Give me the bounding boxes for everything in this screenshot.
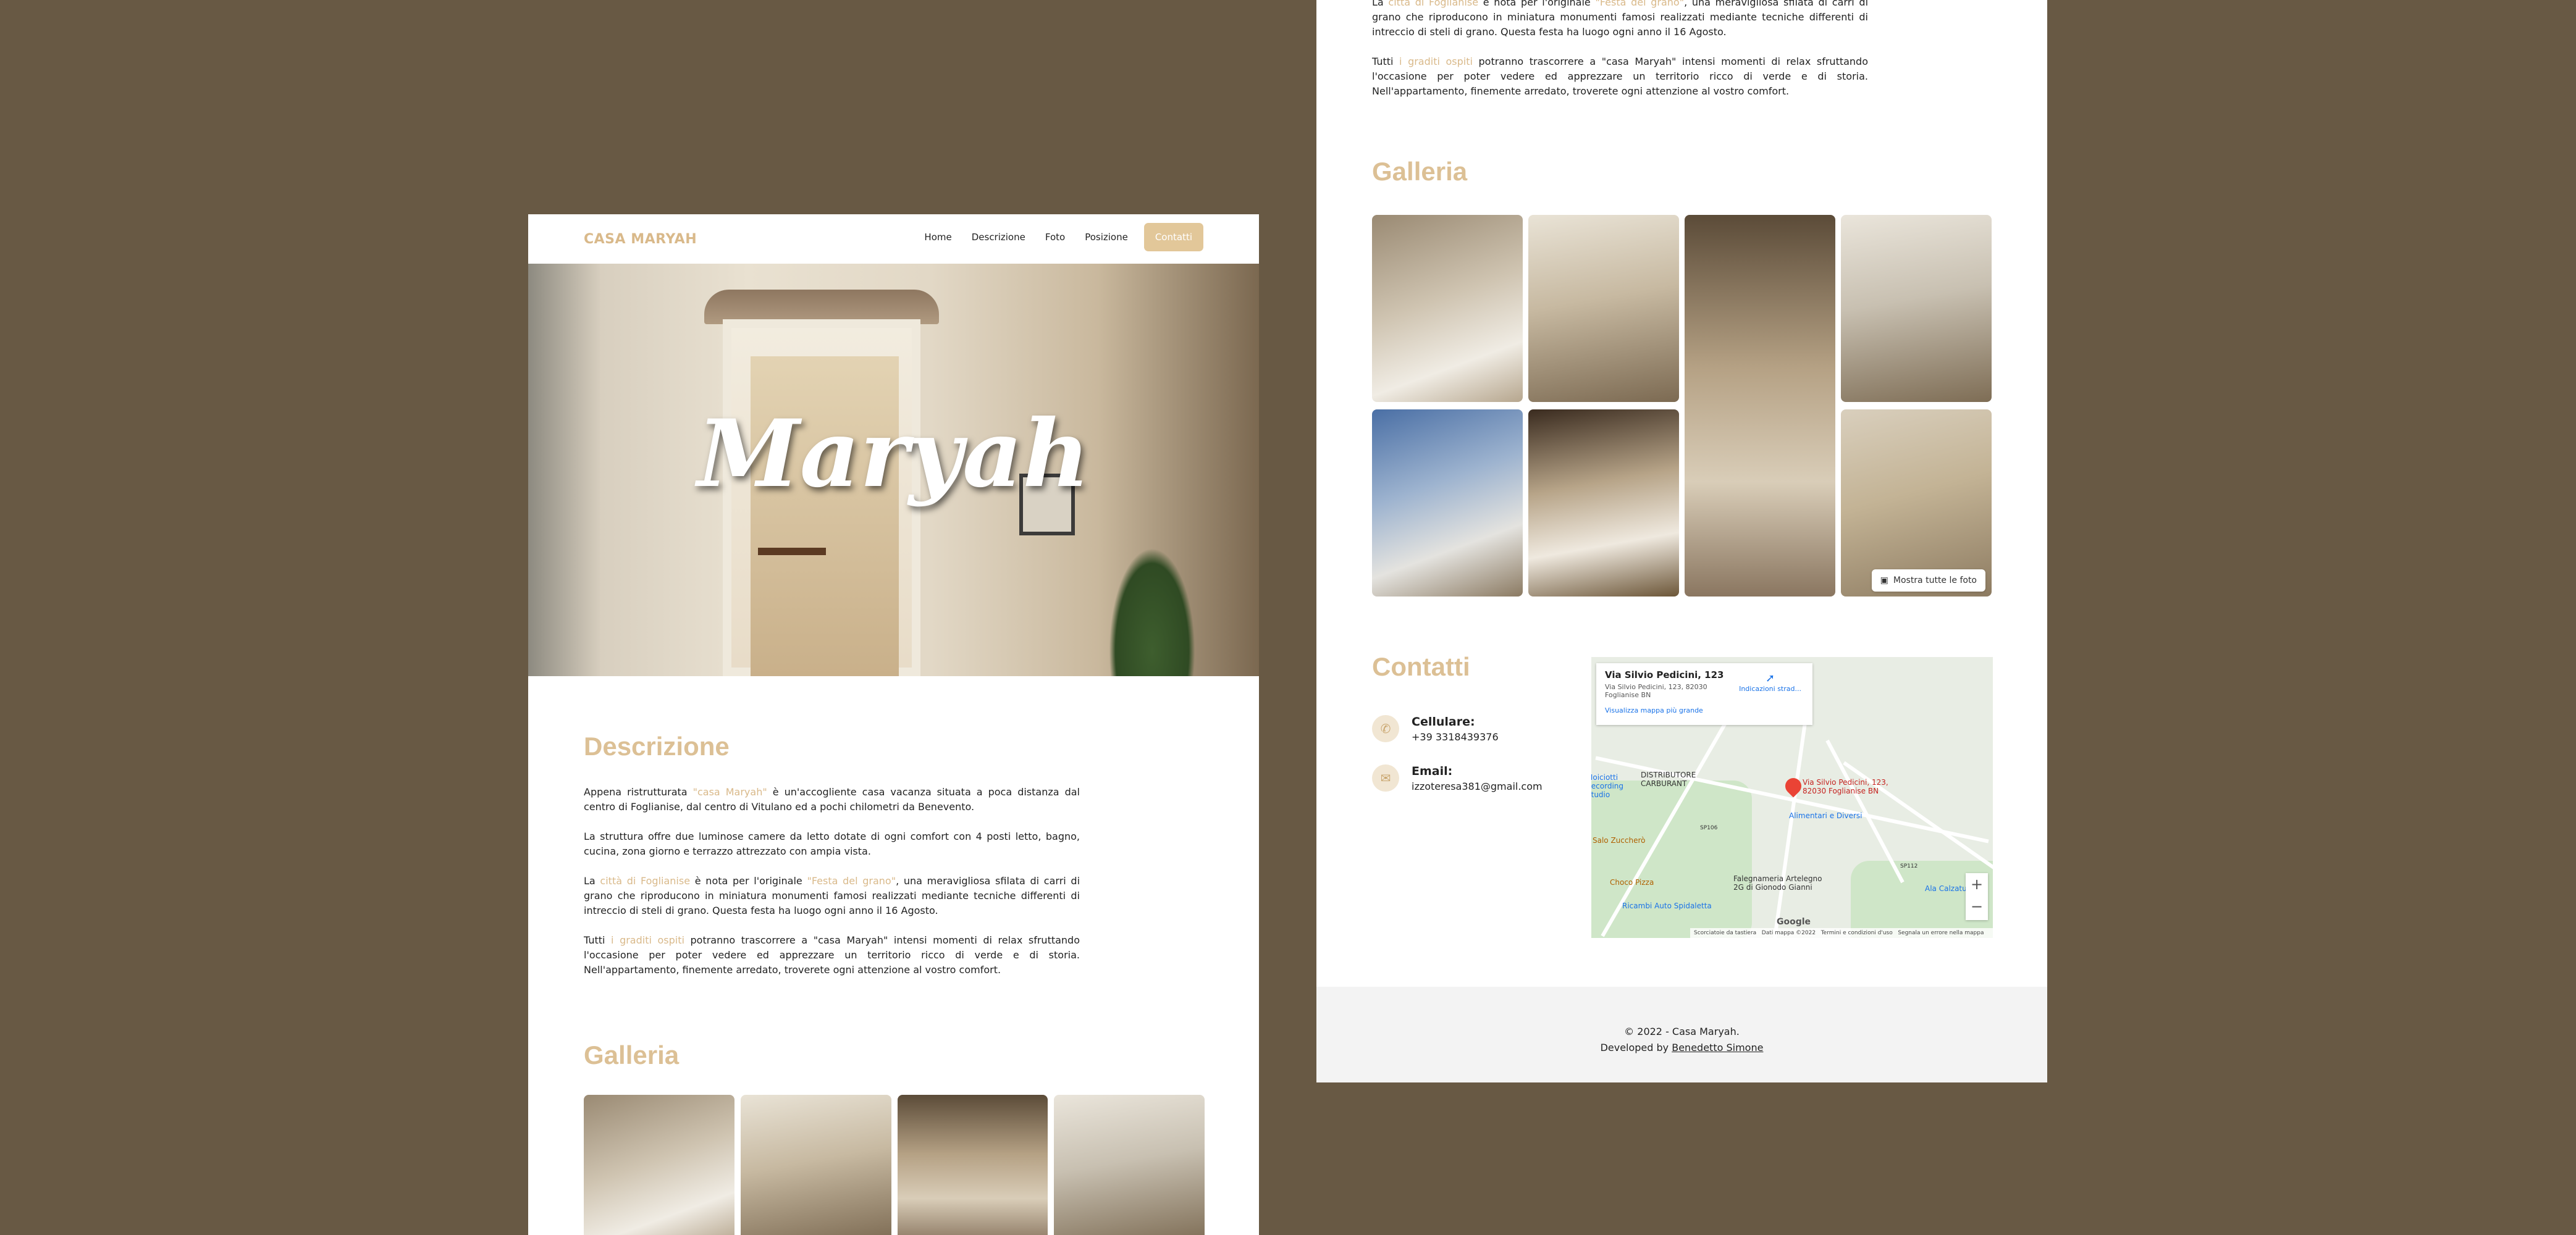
hero-title: Maryah xyxy=(697,400,1090,508)
map-poi-label: Choco Pizza xyxy=(1610,878,1654,887)
hero-banner: Maryah xyxy=(528,264,1259,676)
map-attribution: Scorciatoie da tastiera Dati mappa ©2022… xyxy=(1690,928,1993,938)
text: La xyxy=(584,875,600,887)
descrizione-heading: Descrizione xyxy=(584,732,730,761)
phone-number[interactable]: +39 3318439376 xyxy=(1412,731,1499,743)
gallery-icon: ▣ xyxy=(1880,576,1888,585)
homepage-preview: CASA MARYAH Home Descrizione Foto Posizi… xyxy=(528,214,1259,1235)
phone-contact: ✆ Cellulare: +39 3318439376 xyxy=(1372,715,1499,743)
email-address[interactable]: izzoteresa381@gmail.com xyxy=(1412,781,1543,792)
text: Tutti xyxy=(584,934,612,946)
contact-page-preview: La città di Foglianise è nota per l'orig… xyxy=(1316,0,2047,1082)
highlight: i graditi ospiti xyxy=(611,934,684,946)
show-all-photos-button[interactable]: ▣ Mostra tutte le foto xyxy=(1871,569,1985,592)
mail-icon: ✉ xyxy=(1372,764,1399,792)
zoom-in-icon[interactable]: + xyxy=(1966,873,1988,895)
highlight: città di Foglianise xyxy=(600,875,691,887)
footer-copyright: © 2022 - Casa Maryah. xyxy=(1624,1026,1740,1037)
descrizione-paragraph-3: La città di Foglianise è nota per l'orig… xyxy=(584,874,1080,918)
galleria-heading: Galleria xyxy=(1372,157,1468,186)
descrizione-paragraph-3: La città di Foglianise è nota per l'orig… xyxy=(1372,0,1868,40)
descrizione-paragraph-4: Tutti i graditi ospiti potranno trascorr… xyxy=(584,933,1080,978)
nav-menu: Home Descrizione Foto Posizione Contatti xyxy=(914,223,1203,251)
gallery-photo[interactable]: ▣ Mostra tutte le foto xyxy=(1841,409,1992,597)
map-pin-icon[interactable] xyxy=(1782,774,1805,798)
nav-item-posizione[interactable]: Posizione xyxy=(1075,223,1138,251)
google-map[interactable]: Via Silvio Pedicini, 123, 82030 Fogliani… xyxy=(1591,657,1993,938)
map-data-text: Dati mappa ©2022 xyxy=(1761,930,1816,936)
nav-contatti-button[interactable]: Contatti xyxy=(1143,223,1203,251)
gallery-photo[interactable] xyxy=(897,1095,1048,1235)
gallery-grid xyxy=(584,1095,1205,1235)
gallery-grid: ▣ Mostra tutte le foto xyxy=(1372,215,1993,597)
zoom-out-icon[interactable]: − xyxy=(1966,895,1988,918)
hero-console-table xyxy=(758,548,826,555)
directions-link[interactable]: ➚ Indicazioni strad... xyxy=(1739,672,1801,693)
descrizione-paragraph-1: Appena ristrutturata "casa Maryah" è un'… xyxy=(584,785,1080,814)
credit-prefix: Developed by xyxy=(1600,1042,1672,1053)
highlight: "Festa del grano" xyxy=(807,875,896,887)
gallery-photo[interactable] xyxy=(584,1095,734,1235)
gallery-photo[interactable] xyxy=(1841,215,1992,402)
email-label: Email: xyxy=(1412,764,1453,778)
developer-link[interactable]: Benedetto Simone xyxy=(1672,1042,1763,1053)
highlight: i graditi ospiti xyxy=(1399,56,1473,67)
directions-label: Indicazioni strad... xyxy=(1739,685,1801,693)
text: è nota per l'originale xyxy=(690,875,807,887)
descrizione-section: Descrizione Appena ristrutturata "casa M… xyxy=(528,676,1259,1235)
gallery-photo[interactable] xyxy=(1528,409,1679,597)
galleria-heading: Galleria xyxy=(584,1040,680,1070)
footer: © 2022 - Casa Maryah. Developed by Bened… xyxy=(1316,987,2047,1082)
phone-icon: ✆ xyxy=(1372,715,1399,742)
brand-logo[interactable]: CASA MARYAH xyxy=(584,232,697,247)
map-poi-label: DISTRIBUTORE CARBURANT xyxy=(1641,771,1696,788)
nav-item-descrizione[interactable]: Descrizione xyxy=(962,223,1035,251)
text: La xyxy=(1372,0,1389,8)
gallery-photo[interactable] xyxy=(1372,215,1523,402)
text: Tutti xyxy=(1372,56,1400,67)
map-poi-label: Moiciotti Recording Studio xyxy=(1591,773,1624,799)
map-poi-label: Salo Zuccherò xyxy=(1593,836,1646,845)
map-info-card: Via Silvio Pedicini, 123 Via Silvio Pedi… xyxy=(1596,663,1812,725)
email-contact: ✉ Email: izzoteresa381@gmail.com xyxy=(1372,764,1543,792)
gallery-photo[interactable] xyxy=(1685,215,1835,597)
hero-plant xyxy=(1109,548,1195,676)
gallery-photo[interactable] xyxy=(740,1095,891,1235)
highlight: città di Foglianise xyxy=(1388,0,1479,8)
gallery-photo[interactable] xyxy=(1372,409,1523,597)
map-poi-label: Ricambi Auto Spidaletta xyxy=(1622,902,1712,910)
text: Appena ristrutturata xyxy=(584,786,693,798)
footer-credit: Developed by Benedetto Simone xyxy=(1316,1040,2047,1056)
keyboard-shortcuts-link[interactable]: Scorciatoie da tastiera xyxy=(1694,930,1756,936)
map-road-label: SP106 xyxy=(1700,825,1718,831)
highlight: "Festa del grano" xyxy=(1595,0,1685,8)
descrizione-section-continued: La città di Foglianise è nota per l'orig… xyxy=(1316,0,2047,186)
report-error-link[interactable]: Segnala un errore nella mappa xyxy=(1898,930,1984,936)
directions-icon: ➚ xyxy=(1765,672,1775,685)
descrizione-paragraph-2: La struttura offre due luminose camere d… xyxy=(584,831,1080,857)
navbar: CASA MARYAH Home Descrizione Foto Posizi… xyxy=(528,214,1259,264)
nav-item-foto[interactable]: Foto xyxy=(1035,223,1075,251)
google-logo: Google xyxy=(1777,917,1811,927)
map-poi-label: Falegnameria Artelegno 2G di Gionodo Gia… xyxy=(1733,874,1822,892)
show-all-label: Mostra tutte le foto xyxy=(1893,576,1977,585)
highlight: "casa Maryah" xyxy=(692,786,767,798)
map-place-address: Via Silvio Pedicini, 123, 82030 Fogliani… xyxy=(1605,683,1707,699)
map-pin-label: Via Silvio Pedicini, 123, 82030 Fogliani… xyxy=(1803,778,1888,795)
larger-map-link[interactable]: Visualizza mappa più grande xyxy=(1605,706,1804,714)
phone-label: Cellulare: xyxy=(1412,715,1475,729)
descrizione-paragraph-4: Tutti i graditi ospiti potranno trascorr… xyxy=(1372,54,1868,99)
text: è nota per l'originale xyxy=(1478,0,1596,8)
map-poi-label: Alimentari e Diversi xyxy=(1789,811,1863,820)
nav-item-home[interactable]: Home xyxy=(914,223,961,251)
map-road-label: SP112 xyxy=(1900,863,1918,869)
terms-link[interactable]: Termini e condizioni d'uso xyxy=(1821,930,1893,936)
map-zoom-control: + − xyxy=(1966,873,1988,920)
gallery-photo[interactable] xyxy=(1528,215,1679,402)
contatti-heading: Contatti xyxy=(1372,652,1470,681)
gallery-photo[interactable] xyxy=(1054,1095,1205,1235)
